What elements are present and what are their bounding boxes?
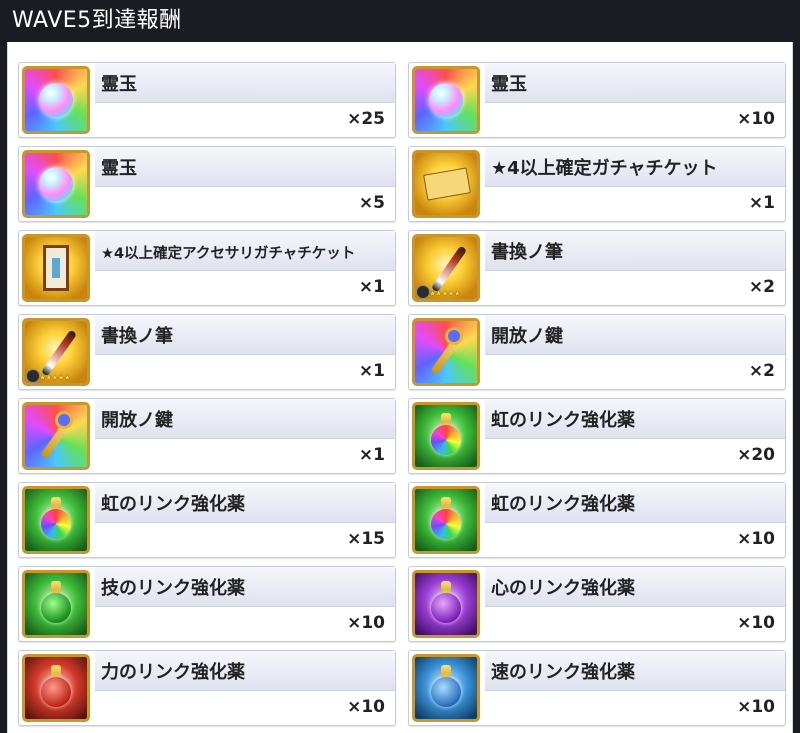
skill-link-potion-icon (22, 570, 90, 638)
reward-quantity: ×5 (358, 193, 385, 213)
power-link-potion-icon (22, 654, 90, 722)
gear-icon (26, 369, 40, 383)
reward-name: 虹のリンク強化薬 (101, 494, 245, 515)
reward-card: 虹のリンク強化薬 ×10 (408, 482, 786, 558)
reward-name: ★4以上確定ガチャチケット (491, 158, 718, 179)
reward-card: 力のリンク強化薬 ×10 (18, 650, 396, 726)
reward-name: 霊玉 (101, 158, 137, 179)
reward-card: ★★★★★ 書換ノ筆 ×2 (408, 230, 786, 306)
reward-quantity: ×10 (737, 529, 775, 549)
reward-card: 速のリンク強化薬 ×10 (408, 650, 786, 726)
reward-quantity: ×25 (347, 109, 385, 129)
reward-name: ★4以上確定アクセサリガチャチケット (101, 246, 356, 262)
reward-card: 心のリンク強化薬 ×10 (408, 566, 786, 642)
reward-quantity: ×10 (347, 697, 385, 717)
heart-link-potion-icon (412, 570, 480, 638)
reward-card: ★4以上確定アクセサリガチャチケット ×1 (18, 230, 396, 306)
rainbow-link-potion-icon (412, 402, 480, 470)
spirit-orb-icon (22, 66, 90, 134)
reward-quantity: ×10 (737, 697, 775, 717)
reward-card: 虹のリンク強化薬 ×15 (18, 482, 396, 558)
reward-card: 霊玉 ×10 (408, 62, 786, 138)
accessory-ticket-icon (22, 234, 90, 302)
reward-quantity: ×1 (748, 193, 775, 213)
reward-quantity: ×1 (358, 445, 385, 465)
reward-quantity: ×10 (737, 613, 775, 633)
rarity-stars: ★★★★★ (429, 289, 461, 298)
gear-icon (416, 285, 430, 299)
rainbow-link-potion-icon (22, 486, 90, 554)
reward-name: 書換ノ筆 (491, 242, 563, 263)
page-title: WAVE5到達報酬 (0, 0, 800, 42)
reward-card: 虹のリンク強化薬 ×20 (408, 398, 786, 474)
reward-card: 技のリンク強化薬 ×10 (18, 566, 396, 642)
reward-card: 霊玉 ×25 (18, 62, 396, 138)
reward-quantity: ×10 (347, 613, 385, 633)
rewrite-brush-icon: ★★★★★ (412, 234, 480, 302)
reward-card: 開放ノ鍵 ×2 (408, 314, 786, 390)
release-key-icon (412, 318, 480, 386)
reward-card: 霊玉 ×5 (18, 146, 396, 222)
reward-quantity: ×2 (748, 361, 775, 381)
reward-name: 書換ノ筆 (101, 326, 173, 347)
reward-name: 力のリンク強化薬 (101, 662, 245, 683)
reward-card: 開放ノ鍵 ×1 (18, 398, 396, 474)
gacha-ticket-icon (412, 150, 480, 218)
reward-panel: 霊玉 ×25 霊玉 ×10 霊玉 ×5 ★4以上確定ガチャチケット ×1 ★4以… (7, 42, 793, 733)
spirit-orb-icon (22, 150, 90, 218)
reward-quantity: ×2 (748, 277, 775, 297)
reward-name: 虹のリンク強化薬 (491, 494, 635, 515)
rainbow-link-potion-icon (412, 486, 480, 554)
reward-name: 霊玉 (491, 74, 527, 95)
release-key-icon (22, 402, 90, 470)
spirit-orb-icon (412, 66, 480, 134)
rarity-stars: ★★★★★ (39, 373, 71, 382)
reward-name: 開放ノ鍵 (491, 326, 563, 347)
reward-name: 心のリンク強化薬 (491, 578, 635, 599)
reward-quantity: ×20 (737, 445, 775, 465)
reward-name: 速のリンク強化薬 (491, 662, 635, 683)
reward-card: ★★★★★ 書換ノ筆 ×1 (18, 314, 396, 390)
reward-quantity: ×1 (358, 277, 385, 297)
reward-quantity: ×1 (358, 361, 385, 381)
reward-name: 開放ノ鍵 (101, 410, 173, 431)
reward-name: 霊玉 (101, 74, 137, 95)
reward-name: 虹のリンク強化薬 (491, 410, 635, 431)
reward-name: 技のリンク強化薬 (101, 578, 245, 599)
reward-quantity: ×15 (347, 529, 385, 549)
rewrite-brush-icon: ★★★★★ (22, 318, 90, 386)
reward-quantity: ×10 (737, 109, 775, 129)
reward-grid: 霊玉 ×25 霊玉 ×10 霊玉 ×5 ★4以上確定ガチャチケット ×1 ★4以… (18, 62, 786, 726)
reward-card: ★4以上確定ガチャチケット ×1 (408, 146, 786, 222)
speed-link-potion-icon (412, 654, 480, 722)
